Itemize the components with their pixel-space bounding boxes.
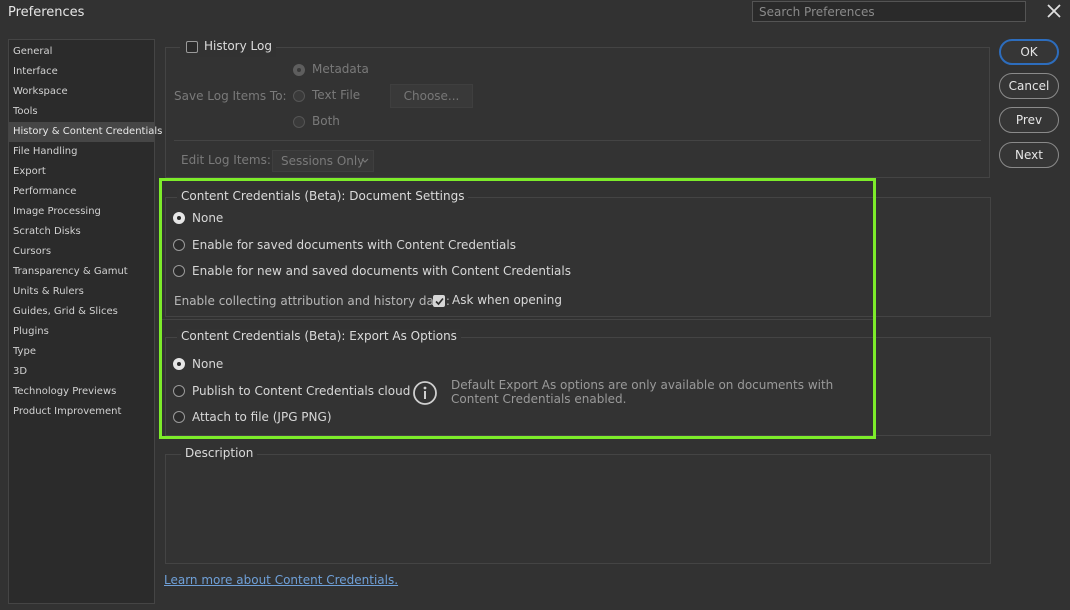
sidebar-item-export[interactable]: Export [9,162,154,182]
ask-when-opening-label: Ask when opening [452,293,562,307]
edit-log-items-dropdown[interactable]: Sessions Only [272,150,374,172]
history-log-checkbox[interactable] [186,41,198,53]
sidebar-item-image-processing[interactable]: Image Processing [9,202,154,222]
doc-saved-label: Enable for saved documents with Content … [192,238,516,252]
export-publish-label: Publish to Content Credentials cloud [192,384,411,398]
sidebar-item-tools[interactable]: Tools [9,102,154,122]
both-label: Both [312,114,340,128]
radio-export-none[interactable] [173,358,185,370]
edit-log-items-label: Edit Log Items: [181,153,271,167]
edit-log-items-value: Sessions Only [281,154,365,168]
radio-doc-saved[interactable] [173,239,185,251]
doc-none-label: None [192,211,224,225]
check-icon [435,297,444,306]
radio-export-publish[interactable] [173,385,185,397]
radio-both[interactable] [293,116,305,128]
sidebar-item-performance[interactable]: Performance [9,182,154,202]
sidebar-item-plugins[interactable]: Plugins [9,322,154,342]
doc-settings-legend: Content Credentials (Beta): Document Set… [177,189,469,203]
learn-more-link[interactable]: Learn more about Content Credentials. [164,573,398,587]
sidebar-item-technology-previews[interactable]: Technology Previews [9,382,154,402]
sidebar-item-guides-grid-slices[interactable]: Guides, Grid & Slices [9,302,154,322]
window-title: Preferences [8,5,85,20]
preferences-sidebar: General Interface Workspace Tools Histor… [8,39,162,604]
sidebar-item-transparency-gamut[interactable]: Transparency & Gamut [9,262,154,282]
sidebar-item-file-handling[interactable]: File Handling [9,142,154,162]
sidebar-item-interface[interactable]: Interface [9,62,154,82]
export-info-text: Default Export As options are only avail… [451,378,834,406]
export-options-legend: Content Credentials (Beta): Export As Op… [177,329,461,343]
export-none-label: None [192,357,224,371]
sidebar-item-product-improvement[interactable]: Product Improvement [9,402,154,422]
doc-new-saved-label: Enable for new and saved documents with … [192,264,571,278]
radio-text-file[interactable] [293,90,305,102]
next-button[interactable]: Next [999,142,1059,168]
sidebar-item-workspace[interactable]: Workspace [9,82,154,102]
divider [174,140,981,141]
sidebar-item-type[interactable]: Type [9,342,154,362]
chevron-down-icon [361,158,369,163]
search-input[interactable]: Search Preferences [752,1,1026,22]
sidebar-item-history-content-credentials[interactable]: History & Content Credentials [9,122,162,142]
ask-when-opening-checkbox[interactable] [433,295,445,307]
text-file-label: Text File [312,88,361,102]
ok-button[interactable]: OK [999,39,1059,65]
radio-doc-none[interactable] [173,212,185,224]
sidebar-item-units-rulers[interactable]: Units & Rulers [9,282,154,302]
description-panel [165,454,991,564]
prev-button[interactable]: Prev [999,107,1059,133]
section-divider [162,319,873,320]
info-icon [413,381,437,405]
history-log-label: History Log [204,39,272,53]
metadata-label: Metadata [312,62,369,76]
choose-button[interactable]: Choose... [390,84,473,108]
cancel-button[interactable]: Cancel [999,73,1059,99]
sidebar-item-cursors[interactable]: Cursors [9,242,154,262]
radio-export-attach[interactable] [173,411,185,423]
save-log-label: Save Log Items To: [174,89,287,103]
sidebar-item-general[interactable]: General [9,42,154,62]
radio-metadata[interactable] [293,64,305,76]
history-log-legend: History Log [180,39,276,57]
description-legend: Description [181,446,258,460]
export-attach-label: Attach to file (JPG PNG) [192,410,332,424]
collect-attribution-label: Enable collecting attribution and histor… [174,294,450,308]
sidebar-item-scratch-disks[interactable]: Scratch Disks [9,222,154,242]
close-icon[interactable] [1045,2,1063,20]
sidebar-item-3d[interactable]: 3D [9,362,154,382]
radio-doc-new-saved[interactable] [173,265,185,277]
